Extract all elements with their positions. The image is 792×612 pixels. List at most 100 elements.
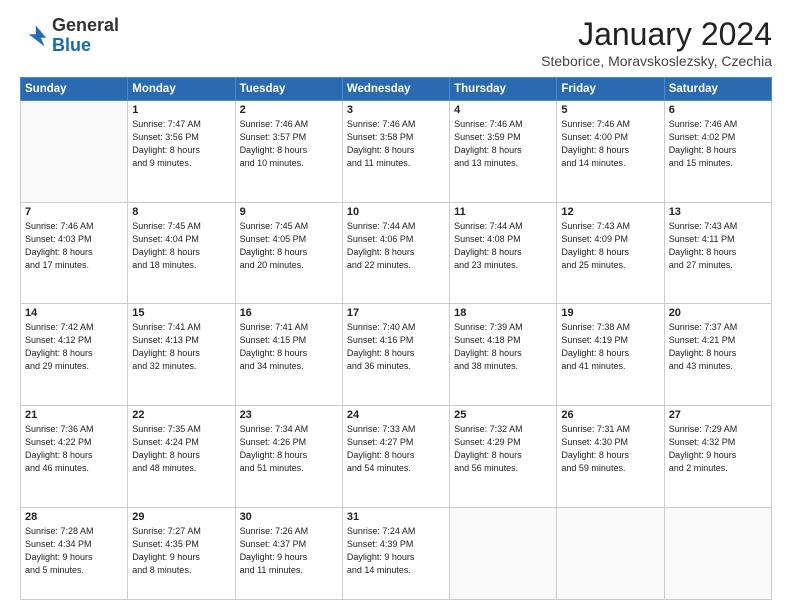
calendar-cell: 20 Sunrise: 7:37 AM Sunset: 4:21 PM Dayli… [664,304,771,406]
calendar-cell: 25 Sunrise: 7:32 AM Sunset: 4:29 PM Dayli… [450,405,557,507]
day-info: Sunrise: 7:41 AM Sunset: 4:13 PM Dayligh… [132,321,230,373]
page: General Blue January 2024 Steborice, Mor… [0,0,792,612]
calendar-week-row: 14 Sunrise: 7:42 AM Sunset: 4:12 PM Dayli… [21,304,772,406]
day-info: Sunrise: 7:36 AM Sunset: 4:22 PM Dayligh… [25,423,123,475]
day-info: Sunrise: 7:45 AM Sunset: 4:05 PM Dayligh… [240,220,338,272]
day-info: Sunrise: 7:40 AM Sunset: 4:16 PM Dayligh… [347,321,445,373]
day-number: 25 [454,409,552,421]
calendar-cell: 27 Sunrise: 7:29 AM Sunset: 4:32 PM Dayli… [664,405,771,507]
day-info: Sunrise: 7:29 AM Sunset: 4:32 PM Dayligh… [669,423,767,475]
day-info: Sunrise: 7:46 AM Sunset: 3:58 PM Dayligh… [347,118,445,170]
calendar-table: SundayMondayTuesdayWednesdayThursdayFrid… [20,77,772,600]
day-number: 14 [25,307,123,319]
logo-text: General Blue [52,16,119,56]
calendar-title: January 2024 [541,16,772,53]
day-number: 15 [132,307,230,319]
weekday-header: Friday [557,78,664,101]
day-info: Sunrise: 7:34 AM Sunset: 4:26 PM Dayligh… [240,423,338,475]
day-info: Sunrise: 7:45 AM Sunset: 4:04 PM Dayligh… [132,220,230,272]
weekday-header: Sunday [21,78,128,101]
day-number: 16 [240,307,338,319]
day-number: 8 [132,206,230,218]
day-number: 2 [240,104,338,116]
day-info: Sunrise: 7:42 AM Sunset: 4:12 PM Dayligh… [25,321,123,373]
calendar-cell: 12 Sunrise: 7:43 AM Sunset: 4:09 PM Dayli… [557,202,664,304]
weekday-header: Saturday [664,78,771,101]
day-number: 17 [347,307,445,319]
calendar-subtitle: Steborice, Moravskoslezsky, Czechia [541,53,772,69]
day-info: Sunrise: 7:47 AM Sunset: 3:56 PM Dayligh… [132,118,230,170]
logo: General Blue [20,16,119,56]
day-number: 7 [25,206,123,218]
day-info: Sunrise: 7:35 AM Sunset: 4:24 PM Dayligh… [132,423,230,475]
calendar-cell: 26 Sunrise: 7:31 AM Sunset: 4:30 PM Dayli… [557,405,664,507]
calendar-cell [21,101,128,203]
day-number: 19 [561,307,659,319]
day-info: Sunrise: 7:46 AM Sunset: 4:02 PM Dayligh… [669,118,767,170]
day-number: 31 [347,511,445,523]
day-info: Sunrise: 7:31 AM Sunset: 4:30 PM Dayligh… [561,423,659,475]
calendar-cell: 16 Sunrise: 7:41 AM Sunset: 4:15 PM Dayli… [235,304,342,406]
day-number: 9 [240,206,338,218]
calendar-cell: 13Sunrise: 7:43 AM Sunset: 4:11 PM Dayli… [664,202,771,304]
day-info: Sunrise: 7:44 AM Sunset: 4:06 PM Dayligh… [347,220,445,272]
calendar-cell: 22 Sunrise: 7:35 AM Sunset: 4:24 PM Dayli… [128,405,235,507]
logo-blue: Blue [52,35,91,55]
day-number: 29 [132,511,230,523]
calendar-body: 1 Sunrise: 7:47 AM Sunset: 3:56 PM Daylig… [21,101,772,600]
weekday-header: Wednesday [342,78,449,101]
day-info: Sunrise: 7:24 AM Sunset: 4:39 PM Dayligh… [347,525,445,577]
calendar-cell: 24Sunrise: 7:33 AM Sunset: 4:27 PM Dayli… [342,405,449,507]
day-info: Sunrise: 7:39 AM Sunset: 4:18 PM Dayligh… [454,321,552,373]
day-info: Sunrise: 7:26 AM Sunset: 4:37 PM Dayligh… [240,525,338,577]
weekday-header: Tuesday [235,78,342,101]
calendar-cell: 18 Sunrise: 7:39 AM Sunset: 4:18 PM Dayli… [450,304,557,406]
calendar-week-row: 28Sunrise: 7:28 AM Sunset: 4:34 PM Dayli… [21,507,772,599]
day-info: Sunrise: 7:33 AM Sunset: 4:27 PM Dayligh… [347,423,445,475]
day-info: Sunrise: 7:41 AM Sunset: 4:15 PM Dayligh… [240,321,338,373]
calendar-cell: 17 Sunrise: 7:40 AM Sunset: 4:16 PM Dayli… [342,304,449,406]
day-number: 21 [25,409,123,421]
day-number: 4 [454,104,552,116]
day-number: 23 [240,409,338,421]
day-info: Sunrise: 7:37 AM Sunset: 4:21 PM Dayligh… [669,321,767,373]
day-number: 5 [561,104,659,116]
calendar-cell [450,507,557,599]
calendar-cell: 11Sunrise: 7:44 AM Sunset: 4:08 PM Dayli… [450,202,557,304]
day-number: 1 [132,104,230,116]
calendar-cell: 1 Sunrise: 7:47 AM Sunset: 3:56 PM Daylig… [128,101,235,203]
calendar-cell: 31 Sunrise: 7:24 AM Sunset: 4:39 PM Dayli… [342,507,449,599]
calendar-cell: 23 Sunrise: 7:34 AM Sunset: 4:26 PM Dayli… [235,405,342,507]
calendar-cell: 15 Sunrise: 7:41 AM Sunset: 4:13 PM Dayli… [128,304,235,406]
day-info: Sunrise: 7:46 AM Sunset: 3:59 PM Dayligh… [454,118,552,170]
day-info: Sunrise: 7:44 AM Sunset: 4:08 PM Dayligh… [454,220,552,272]
day-info: Sunrise: 7:38 AM Sunset: 4:19 PM Dayligh… [561,321,659,373]
day-info: Sunrise: 7:46 AM Sunset: 4:03 PM Dayligh… [25,220,123,272]
day-info: Sunrise: 7:27 AM Sunset: 4:35 PM Dayligh… [132,525,230,577]
day-number: 18 [454,307,552,319]
day-info: Sunrise: 7:43 AM Sunset: 4:09 PM Dayligh… [561,220,659,272]
day-info: Sunrise: 7:46 AM Sunset: 4:00 PM Dayligh… [561,118,659,170]
calendar-cell: 3Sunrise: 7:46 AM Sunset: 3:58 PM Daylig… [342,101,449,203]
calendar-cell: 14 Sunrise: 7:42 AM Sunset: 4:12 PM Dayli… [21,304,128,406]
logo-general: General [52,15,119,35]
calendar-cell: 19 Sunrise: 7:38 AM Sunset: 4:19 PM Dayli… [557,304,664,406]
header: General Blue January 2024 Steborice, Mor… [20,16,772,69]
weekday-row: SundayMondayTuesdayWednesdayThursdayFrid… [21,78,772,101]
day-info: Sunrise: 7:32 AM Sunset: 4:29 PM Dayligh… [454,423,552,475]
day-number: 12 [561,206,659,218]
calendar-cell: 5 Sunrise: 7:46 AM Sunset: 4:00 PM Daylig… [557,101,664,203]
day-number: 26 [561,409,659,421]
calendar-cell: 30Sunrise: 7:26 AM Sunset: 4:37 PM Dayli… [235,507,342,599]
calendar-week-row: 1 Sunrise: 7:47 AM Sunset: 3:56 PM Daylig… [21,101,772,203]
day-number: 22 [132,409,230,421]
day-info: Sunrise: 7:43 AM Sunset: 4:11 PM Dayligh… [669,220,767,272]
weekday-header: Monday [128,78,235,101]
calendar-week-row: 21 Sunrise: 7:36 AM Sunset: 4:22 PM Dayli… [21,405,772,507]
day-number: 20 [669,307,767,319]
calendar-cell [557,507,664,599]
calendar-cell: 8 Sunrise: 7:45 AM Sunset: 4:04 PM Daylig… [128,202,235,304]
day-number: 27 [669,409,767,421]
title-block: January 2024 Steborice, Moravskoslezsky,… [541,16,772,69]
day-number: 28 [25,511,123,523]
